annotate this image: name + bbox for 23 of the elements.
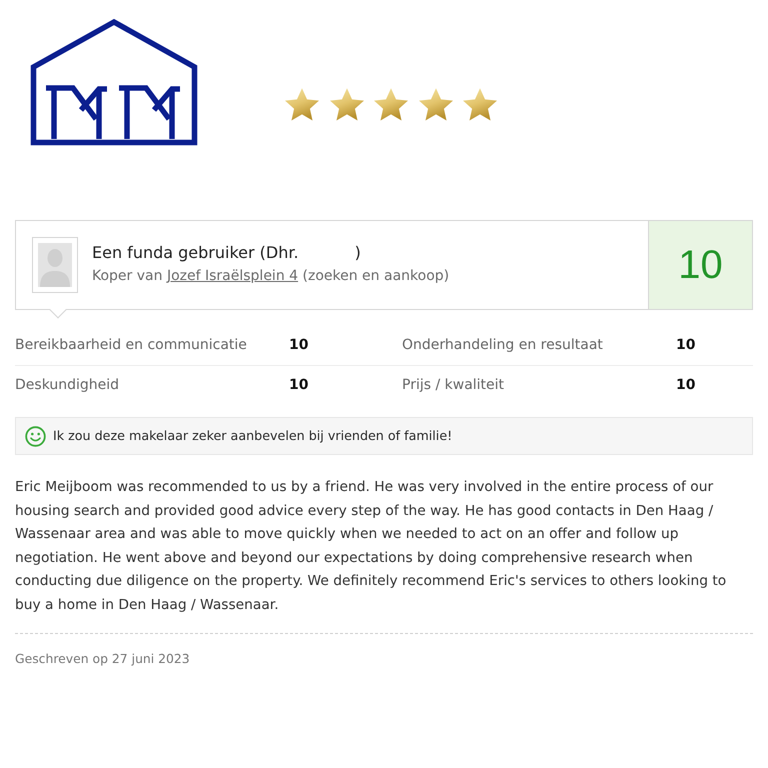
recommendation-text: Ik zou deze makelaar zeker aanbevelen bij vrienden of familie! [53,427,452,446]
avatar-placeholder [32,237,78,293]
rating-value: 10 [289,336,308,354]
reviewer-name: Een funda gebruiker (Dhr. [92,242,299,263]
star-icon [418,88,452,121]
rating-label: Bereikbaarheid en communicatie [15,336,248,354]
written-date: Geschreven op 27 juni 2023 [15,650,191,668]
star-icon [374,88,408,121]
buyer-info: Koper van Jozef Israëlsplein 4 (zoeken en aankoop) [92,267,450,286]
rating-label: Deskundigheid [15,376,120,395]
star-icon [330,88,364,121]
rating-value: 10 [676,376,696,395]
reviewer-name-end: ) [354,242,361,263]
star-icon [463,88,497,121]
star-icon [285,88,319,121]
rating-value: 10 [289,376,308,395]
rating-label: Prijs / kwaliteit [402,376,506,395]
review-text: Eric Meijboom was recommended to us by a friend. He was very involved in the entire process of our housing search and provided good advice every step of the way. He has good contacts in Den Haag / Wassenaar area and was able to move quickly when we needed to act on an offer and follow up negotiation. He went above and beyond our expectations by doing comprehensive research when conducting due diligence on the property. We definitely recommend Eric's services to others looking to buy a home in Den Haag / Wassenaar. [15,478,728,614]
address-link[interactable]: Jozef Israëlsplein 4 [166,268,298,284]
rating-value: 10 [676,336,696,354]
rating-label: Onderhandeling en resultaat [402,336,604,354]
smiley-icon [25,426,46,446]
overall-score: 10 [678,245,723,285]
